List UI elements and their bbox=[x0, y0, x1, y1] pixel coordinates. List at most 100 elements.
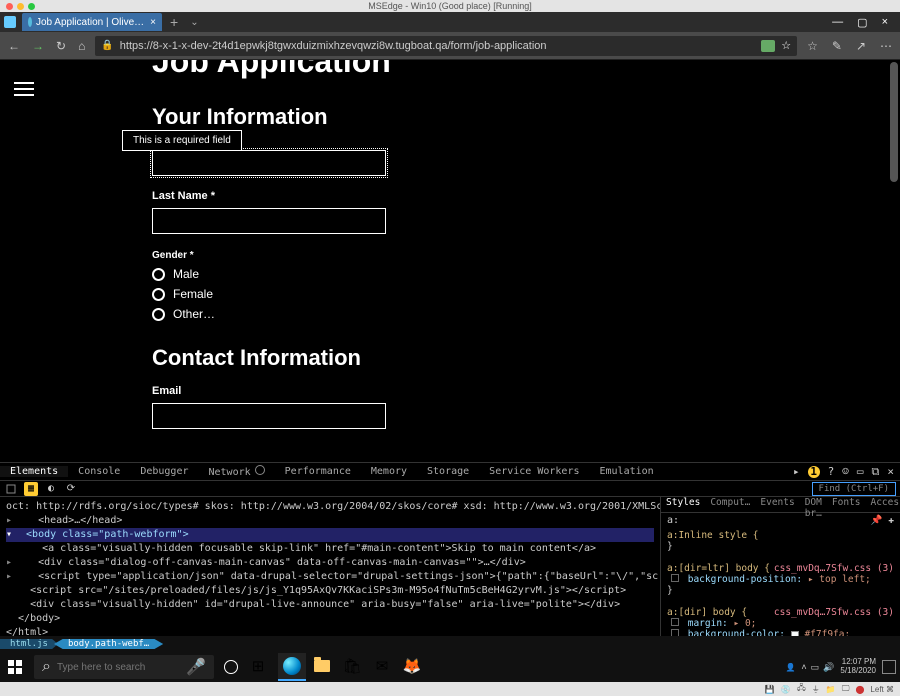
browser-tab-active[interactable]: Job Application | Olive… × bbox=[22, 13, 162, 31]
nav-forward-icon[interactable]: → bbox=[32, 39, 44, 53]
gender-female-radio[interactable] bbox=[152, 288, 165, 301]
css-prop-value[interactable]: ▸ top left; bbox=[808, 574, 871, 585]
devtools-tab-service-workers[interactable]: Service Workers bbox=[479, 466, 589, 477]
css-source-link[interactable]: css_mvDq…7Sfw.css (3) bbox=[774, 563, 894, 574]
accessibility-tree-icon[interactable]: ⟳ bbox=[64, 482, 78, 496]
events-tab[interactable]: Events bbox=[755, 497, 799, 512]
url-input[interactable]: 🔒 https://8-x-1-x-dev-2t4d1epwkj8tgwxdui… bbox=[95, 36, 797, 56]
styles-tab[interactable]: Styles bbox=[661, 497, 705, 512]
share-icon[interactable]: ↗ bbox=[856, 39, 866, 53]
dom-line[interactable]: <script src="/sites/preloaded/files/js/j… bbox=[6, 584, 654, 598]
css-prop-name[interactable]: background-position: bbox=[688, 574, 802, 585]
pseudo-class-toggle[interactable]: a: bbox=[667, 515, 679, 526]
tray-volume-icon[interactable]: 🔊 bbox=[823, 662, 834, 673]
css-prop-value[interactable]: ▸ 0; bbox=[734, 618, 757, 629]
accessibility-tab[interactable]: Accessib… bbox=[865, 497, 900, 512]
dom-line[interactable]: ▸ <head>…</head> bbox=[6, 514, 654, 528]
devtools-tab-network[interactable]: Network bbox=[199, 465, 275, 478]
page-scrollbar-thumb[interactable] bbox=[890, 62, 898, 182]
window-close-icon[interactable]: × bbox=[882, 16, 888, 29]
task-view-icon[interactable]: ⊞ bbox=[244, 653, 272, 681]
hamburger-menu-icon[interactable] bbox=[14, 78, 34, 100]
css-prop-name[interactable]: margin: bbox=[688, 618, 728, 629]
devtools-tab-debugger[interactable]: Debugger bbox=[130, 466, 198, 477]
cortana-icon[interactable] bbox=[224, 660, 238, 674]
dom-tree[interactable]: oct: http://rdfs.org/sioc/types# skos: h… bbox=[0, 497, 660, 636]
mic-icon[interactable]: 🎤 bbox=[186, 657, 206, 677]
dom-line-selected[interactable]: ▾ <body class="path-webform"> bbox=[6, 528, 654, 542]
nav-home-icon[interactable]: ⌂ bbox=[78, 39, 85, 53]
last-name-input[interactable] bbox=[152, 208, 386, 234]
tray-network-icon[interactable]: ▭ bbox=[811, 662, 820, 673]
devtools-tab-elements[interactable]: Elements bbox=[0, 466, 68, 477]
devtools-feedback-icon[interactable]: ☺ bbox=[842, 465, 849, 478]
new-tab-button[interactable]: + bbox=[164, 14, 184, 30]
favorites-icon[interactable]: ☆ bbox=[807, 39, 818, 53]
dom-line[interactable]: </body> bbox=[6, 612, 654, 626]
tray-expand-icon[interactable]: ˄ bbox=[801, 662, 806, 673]
tray-people-icon[interactable]: 👤 bbox=[785, 663, 795, 672]
first-name-input[interactable] bbox=[152, 150, 386, 176]
start-button[interactable] bbox=[0, 652, 30, 682]
tab-overflow-icon[interactable]: ⌄ bbox=[186, 17, 202, 28]
css-prop-value[interactable]: #f7f9fa; bbox=[804, 629, 850, 636]
nav-reload-icon[interactable]: ↻ bbox=[56, 39, 66, 53]
devtools-help-icon[interactable]: ? bbox=[828, 465, 835, 478]
devtools-tab-memory[interactable]: Memory bbox=[361, 466, 417, 477]
dom-breakpoints-tab[interactable]: DOM br… bbox=[800, 497, 827, 512]
pin-style-icon[interactable]: 📌 bbox=[871, 515, 883, 526]
tab-close-icon[interactable]: × bbox=[150, 17, 156, 28]
more-icon[interactable]: ⋯ bbox=[880, 39, 892, 53]
devtools-tab-performance[interactable]: Performance bbox=[275, 466, 361, 477]
devtools-undock-icon[interactable]: ⧉ bbox=[872, 465, 880, 479]
taskbar-store-icon[interactable]: 🛍 bbox=[338, 653, 366, 681]
reading-mode-icon[interactable] bbox=[761, 40, 775, 52]
bookmark-star-icon[interactable]: ☆ bbox=[781, 39, 791, 52]
fonts-tab[interactable]: Fonts bbox=[827, 497, 866, 512]
email-input[interactable] bbox=[152, 403, 386, 429]
computed-tab[interactable]: Comput… bbox=[705, 497, 755, 512]
breadcrumb-html[interactable]: html.js bbox=[0, 639, 58, 649]
css-prop-toggle[interactable] bbox=[671, 618, 679, 626]
devtools-dock-icon[interactable]: ▭ bbox=[857, 465, 864, 478]
css-prop-toggle[interactable] bbox=[671, 629, 679, 636]
devtools-tab-storage[interactable]: Storage bbox=[417, 466, 479, 477]
css-prop-name[interactable]: background-color: bbox=[688, 629, 785, 636]
nav-back-icon[interactable]: ← bbox=[8, 39, 20, 53]
dom-line[interactable]: <a class="visually-hidden focusable skip… bbox=[6, 542, 654, 556]
taskbar-search-input[interactable] bbox=[57, 662, 180, 673]
taskbar-explorer-icon[interactable] bbox=[308, 653, 336, 681]
taskbar-edge-icon[interactable] bbox=[278, 653, 306, 681]
window-minimize-icon[interactable]: — bbox=[832, 16, 843, 29]
notes-icon[interactable]: ✎ bbox=[832, 39, 842, 53]
devtools-warning-badge[interactable]: 1 bbox=[808, 466, 820, 478]
devtools-close-icon[interactable]: × bbox=[887, 465, 894, 478]
action-center-icon[interactable] bbox=[882, 660, 896, 674]
dom-line[interactable]: oct: http://rdfs.org/sioc/types# skos: h… bbox=[6, 500, 654, 514]
css-source-link[interactable]: css_mvDq…7Sfw.css (3) bbox=[774, 607, 894, 618]
gender-male-radio[interactable] bbox=[152, 268, 165, 281]
inspect-element-icon[interactable] bbox=[4, 482, 18, 496]
new-rule-icon[interactable]: ✚ bbox=[888, 515, 894, 526]
css-prop-toggle[interactable] bbox=[671, 574, 679, 582]
breadcrumb-body[interactable]: body.path-webf… bbox=[54, 639, 163, 649]
taskbar-mail-icon[interactable]: ✉ bbox=[368, 653, 396, 681]
dom-line[interactable]: <div class="visually-hidden" id="drupal-… bbox=[6, 598, 654, 612]
taskbar-firefox-icon[interactable]: 🦊 bbox=[398, 653, 426, 681]
devtools-expand-icon[interactable]: ▸ bbox=[793, 465, 800, 478]
taskbar-clock[interactable]: 12:07 PM 5/18/2020 bbox=[840, 658, 876, 676]
dom-line[interactable]: </html> bbox=[6, 626, 654, 636]
css-selector[interactable]: a:Inline style { bbox=[667, 530, 894, 541]
css-selector[interactable]: a:[dir] body { bbox=[667, 607, 747, 618]
devtools-find-input[interactable]: Find (Ctrl+F) bbox=[812, 482, 896, 496]
window-maximize-icon[interactable]: ▢ bbox=[857, 16, 867, 29]
highlight-element-icon[interactable]: ▦ bbox=[24, 482, 38, 496]
dom-line[interactable]: ▸ <div class="dialog-off-canvas-main-can… bbox=[6, 556, 654, 570]
dom-line[interactable]: ▸ <script type="application/json" data-d… bbox=[6, 570, 654, 584]
css-selector[interactable]: a:[dir=ltr] body { bbox=[667, 563, 770, 574]
color-picker-icon[interactable]: ◐ bbox=[44, 482, 58, 496]
devtools-tab-emulation[interactable]: Emulation bbox=[589, 466, 663, 477]
gender-other-radio[interactable] bbox=[152, 308, 165, 321]
devtools-tab-console[interactable]: Console bbox=[68, 466, 130, 477]
taskbar-search[interactable]: ⌕ 🎤 bbox=[34, 655, 214, 679]
